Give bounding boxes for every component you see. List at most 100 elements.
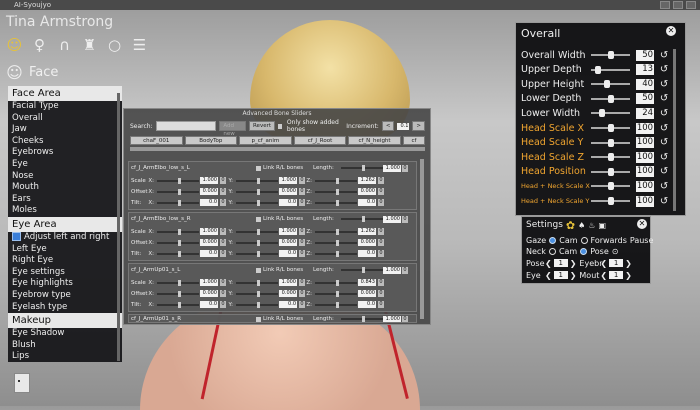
- scale-y-reset[interactable]: 0: [299, 279, 305, 286]
- tilt-x-value[interactable]: 0.0: [200, 250, 218, 257]
- scale-z-slider[interactable]: [315, 228, 357, 235]
- offset-x-slider[interactable]: [157, 290, 199, 297]
- offset-z-value[interactable]: 0.000: [358, 188, 376, 195]
- offset-y-slider[interactable]: [236, 239, 278, 246]
- tilt-y-slider[interactable]: [236, 199, 278, 206]
- eye-next[interactable]: ❯: [570, 271, 577, 280]
- list-item-lips[interactable]: Lips: [8, 351, 122, 362]
- overall-row-slider[interactable]: [590, 65, 631, 74]
- pose-next[interactable]: ❯: [570, 259, 577, 268]
- tilt-x-reset[interactable]: 0: [220, 199, 226, 206]
- scale-y-slider[interactable]: [236, 228, 278, 235]
- tabs-scrollbar[interactable]: [130, 147, 425, 151]
- overall-row-value[interactable]: 100: [636, 151, 655, 163]
- body-icon[interactable]: ♀: [31, 37, 48, 54]
- list-icon[interactable]: ☰: [131, 37, 148, 54]
- list-item-moles[interactable]: Moles: [8, 205, 122, 217]
- reset-icon[interactable]: ↺: [657, 108, 671, 119]
- scale-x-value[interactable]: 1.000: [200, 279, 218, 286]
- reset-icon[interactable]: ↺: [657, 64, 671, 75]
- tilt-z-value[interactable]: 0.0: [358, 199, 376, 206]
- reset-icon[interactable]: ↺: [657, 123, 671, 134]
- list-item-eye-highlights[interactable]: Eye highlights: [8, 278, 122, 290]
- tilt-z-value[interactable]: 0.0: [358, 250, 376, 257]
- tilt-x-value[interactable]: 0.0: [200, 199, 218, 206]
- scale-y-reset[interactable]: 0: [299, 177, 305, 184]
- scale-y-value[interactable]: 1.000: [279, 177, 297, 184]
- offset-x-slider[interactable]: [157, 188, 199, 195]
- offset-y-value[interactable]: 0.000: [279, 290, 297, 297]
- offset-y-value[interactable]: 0.000: [279, 188, 297, 195]
- list-item-eye-shadow[interactable]: Eye Shadow: [8, 328, 122, 340]
- overall-row-value[interactable]: 24: [636, 107, 655, 119]
- section-eye-area[interactable]: Eye Area: [8, 216, 122, 232]
- offset-x-slider[interactable]: [157, 239, 199, 246]
- reset-icon[interactable]: ↺: [657, 196, 671, 207]
- list-item-facial-type[interactable]: Facial Type: [8, 101, 122, 113]
- list-item-eyebrows[interactable]: Eyebrows: [8, 147, 122, 159]
- pose-prev[interactable]: ❮: [545, 259, 552, 268]
- list-item-blush[interactable]: Blush: [8, 340, 122, 352]
- tilt-y-reset[interactable]: 0: [299, 250, 305, 257]
- overall-row-slider[interactable]: [590, 109, 631, 118]
- reset-icon[interactable]: ↺: [657, 137, 671, 148]
- list-item-mouth[interactable]: Mouth: [8, 182, 122, 194]
- reset-icon[interactable]: ↺: [657, 50, 671, 61]
- tab-p-cf-anim[interactable]: p_cf_anim: [239, 136, 292, 145]
- overall-row-value[interactable]: 100: [636, 122, 655, 134]
- mout-value[interactable]: 1: [609, 271, 624, 279]
- offset-z-reset[interactable]: 0: [378, 290, 384, 297]
- tab-bodytop[interactable]: BodyTop: [184, 136, 238, 145]
- list-item-jaw[interactable]: Jaw: [8, 124, 122, 136]
- scale-z-reset[interactable]: 0: [378, 177, 384, 184]
- offset-z-slider[interactable]: [315, 188, 357, 195]
- link-checkbox[interactable]: [256, 316, 261, 322]
- length-value[interactable]: 1.000: [383, 164, 401, 172]
- tilt-z-slider[interactable]: [315, 250, 357, 257]
- scale-x-value[interactable]: 1.000: [200, 177, 218, 184]
- scale-x-value[interactable]: 1.000: [200, 228, 218, 235]
- overall-row-value[interactable]: 100: [636, 180, 655, 192]
- offset-x-value[interactable]: 0.000: [200, 290, 218, 297]
- tilt-z-slider[interactable]: [315, 301, 357, 308]
- offset-z-slider[interactable]: [315, 290, 357, 297]
- clothes-icon[interactable]: ♜: [81, 37, 98, 54]
- length-value[interactable]: 1.000: [383, 215, 401, 223]
- offset-y-slider[interactable]: [236, 188, 278, 195]
- overall-row-slider[interactable]: [590, 197, 631, 205]
- tilt-y-slider[interactable]: [236, 301, 278, 308]
- length-reset[interactable]: 0: [402, 315, 408, 322]
- list-item-eyelash-type[interactable]: Eyelash type: [8, 302, 122, 314]
- length-value[interactable]: 1.000: [383, 266, 401, 274]
- exit-door-icon[interactable]: [14, 373, 30, 393]
- scale-z-value[interactable]: 1.262: [358, 228, 376, 235]
- overall-scrollbar[interactable]: [673, 49, 676, 211]
- overall-row-value[interactable]: 13: [636, 64, 655, 76]
- mout-prev[interactable]: ❮: [600, 271, 607, 280]
- eyebr-value[interactable]: 1: [609, 259, 624, 267]
- offset-y-value[interactable]: 0.000: [279, 239, 297, 246]
- scale-x-reset[interactable]: 0: [220, 228, 226, 235]
- adjust-left-right-checkbox[interactable]: Adjust left and right: [8, 231, 122, 244]
- window-close-button[interactable]: [686, 1, 696, 9]
- length-reset[interactable]: 0: [402, 266, 408, 274]
- overall-row-slider[interactable]: [590, 51, 631, 59]
- list-item-eyebrow-type[interactable]: Eyebrow type: [8, 290, 122, 302]
- offset-y-slider[interactable]: [236, 290, 278, 297]
- offset-y-reset[interactable]: 0: [299, 239, 305, 246]
- offset-z-value[interactable]: 0.000: [358, 290, 376, 297]
- maximize-button[interactable]: [673, 1, 683, 9]
- list-item-eye-settings[interactable]: Eye settings: [8, 267, 122, 279]
- tilt-z-reset[interactable]: 0: [378, 199, 384, 206]
- link-checkbox[interactable]: [256, 216, 261, 222]
- tilt-x-reset[interactable]: 0: [220, 250, 226, 257]
- tilt-z-reset[interactable]: 0: [378, 301, 384, 308]
- overall-row-value[interactable]: 50: [636, 49, 655, 61]
- length-slider[interactable]: [341, 267, 383, 273]
- tilt-x-value[interactable]: 0.0: [200, 301, 218, 308]
- list-item-eye[interactable]: Eye: [8, 159, 122, 171]
- reset-icon[interactable]: ↺: [657, 181, 671, 192]
- scale-z-reset[interactable]: 0: [378, 228, 384, 235]
- list-item-ears[interactable]: Ears: [8, 194, 122, 206]
- tilt-y-reset[interactable]: 0: [299, 199, 305, 206]
